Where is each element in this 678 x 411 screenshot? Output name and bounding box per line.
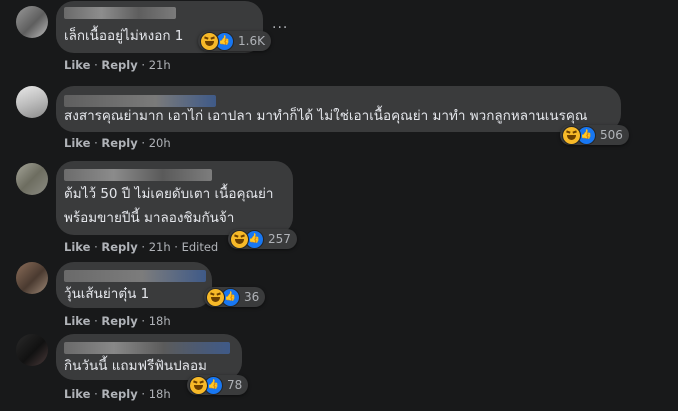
comment-actions: Like · Reply · 21h (64, 58, 171, 72)
comment-text-line: สงสารคุณย่ามาก เอาไก่ เอาปลา มาทำก็ได้ ไ… (64, 108, 588, 124)
reply-link[interactable]: Reply (101, 387, 137, 401)
like-link[interactable]: Like (64, 387, 90, 401)
comment-text-line: พร้อมขายปีนี้ มาลองชิมกันจ้า (64, 210, 235, 226)
timestamp[interactable]: 18h (149, 387, 171, 401)
comment-bubble: วุ้นเส้นย่าตุ๋น 1 (56, 262, 212, 308)
comment-bubble: กินวันนี้ แถมฟรีฟันปลอม (56, 334, 242, 380)
reaction-summary[interactable]: 👍 36 (204, 287, 266, 307)
like-link[interactable]: Like (64, 314, 90, 328)
reaction-summary[interactable]: 👍 1.6K (198, 31, 271, 51)
avatar[interactable] (16, 86, 48, 118)
comment-actions: Like · Reply · 21h · Edited (64, 240, 219, 254)
comment-text-line: ต้มไว้ 50 ปี ไม่เคยดับเตา เนื้อคุณย่า (64, 186, 274, 202)
haha-icon (200, 31, 219, 51)
comment-actions: Like · Reply · 20h (64, 136, 171, 150)
more-options-icon[interactable]: ··· (272, 20, 288, 36)
avatar[interactable] (16, 262, 48, 294)
avatar[interactable] (16, 6, 48, 38)
timestamp[interactable]: 21h (149, 58, 171, 72)
like-link[interactable]: Like (64, 136, 90, 150)
reaction-summary[interactable]: 👍 78 (187, 375, 249, 395)
author-name-redacted[interactable] (64, 342, 230, 354)
comment-actions: Like · Reply · 18h (64, 387, 171, 401)
avatar[interactable] (16, 334, 48, 366)
comment-text-line: วุ้นเส้นย่าตุ๋น 1 (64, 286, 150, 302)
reaction-count: 1.6K (238, 34, 265, 48)
like-link[interactable]: Like (64, 240, 90, 254)
reaction-summary[interactable]: 👍 506 (560, 125, 629, 145)
edited-label[interactable]: Edited (182, 240, 219, 254)
timestamp[interactable]: 21h (149, 240, 171, 254)
author-name-redacted[interactable] (64, 270, 206, 282)
comment-actions: Like · Reply · 18h (64, 314, 171, 328)
haha-icon (189, 375, 208, 395)
reaction-summary[interactable]: 👍 257 (228, 229, 297, 249)
comment-bubble: สงสารคุณย่ามาก เอาไก่ เอาปลา มาทำก็ได้ ไ… (56, 86, 621, 132)
author-name-redacted[interactable] (64, 169, 212, 181)
reaction-count: 78 (227, 378, 243, 392)
author-name-redacted[interactable] (64, 7, 176, 19)
reaction-count: 36 (244, 290, 260, 304)
avatar[interactable] (16, 163, 48, 195)
haha-icon (206, 287, 225, 307)
haha-icon (562, 125, 581, 145)
reply-link[interactable]: Reply (101, 58, 137, 72)
reaction-count: 506 (600, 128, 623, 142)
reply-link[interactable]: Reply (101, 314, 137, 328)
haha-icon (230, 229, 249, 249)
comment-bubble: ต้มไว้ 50 ปี ไม่เคยดับเตา เนื้อคุณย่า พร… (56, 161, 293, 235)
reaction-count: 257 (268, 232, 291, 246)
comment-text-line: กินวันนี้ แถมฟรีฟันปลอม (64, 358, 207, 374)
reply-link[interactable]: Reply (101, 136, 137, 150)
like-link[interactable]: Like (64, 58, 90, 72)
comment-text-line: เล็กเนื้ออยู่ไม่หงอก 1 (64, 28, 184, 44)
timestamp[interactable]: 20h (149, 136, 171, 150)
timestamp[interactable]: 18h (149, 314, 171, 328)
reply-link[interactable]: Reply (101, 240, 137, 254)
